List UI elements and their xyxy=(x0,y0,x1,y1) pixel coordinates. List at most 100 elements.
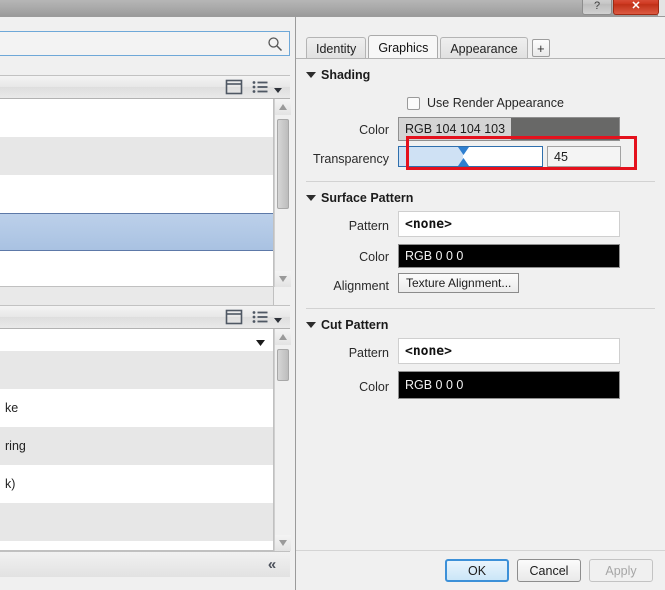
list-item[interactable] xyxy=(0,351,273,389)
shading-color-swatch[interactable]: RGB 104 104 103 xyxy=(398,117,620,141)
list-item[interactable] xyxy=(0,175,273,213)
cut-pattern-color-fill xyxy=(469,372,619,398)
expand-triangle-icon[interactable] xyxy=(306,195,316,201)
cut-pattern-control[interactable]: <none> xyxy=(398,338,665,368)
texture-alignment-button[interactable]: Texture Alignment... xyxy=(398,273,520,293)
surface-pattern-control[interactable]: <none> xyxy=(398,211,665,241)
list-item-selected[interactable] xyxy=(0,213,273,251)
panel-layout-icon[interactable] xyxy=(225,308,243,326)
surface-pattern-color-label: Color xyxy=(359,250,389,264)
surface-pattern-row: Pattern <none> xyxy=(296,211,665,241)
use-render-appearance-checkbox[interactable] xyxy=(407,96,420,110)
ok-button[interactable]: OK xyxy=(445,559,509,582)
collapse-panel-icon[interactable]: « xyxy=(260,555,282,575)
material-browser-panel: ke ring k) « xyxy=(0,16,296,590)
shading-color-label: Color xyxy=(359,123,389,137)
transparency-slider-fill xyxy=(399,147,464,166)
list-header-row[interactable] xyxy=(0,329,273,351)
search-box[interactable] xyxy=(0,31,290,56)
transparency-label: Transparency xyxy=(313,152,389,166)
dialog-button-bar: OK Cancel Apply xyxy=(296,550,665,590)
list-item[interactable]: ring xyxy=(0,427,273,465)
scroll-down-icon[interactable] xyxy=(275,535,291,551)
material-list-bottom[interactable]: ke ring k) xyxy=(0,329,274,551)
surface-pattern-value[interactable]: <none> xyxy=(398,211,620,237)
scroll-thumb[interactable] xyxy=(277,349,289,381)
cut-pattern-color-value: RGB 0 0 0 xyxy=(399,372,470,398)
search-icon xyxy=(267,36,283,52)
section-shading-header[interactable]: Shading xyxy=(296,65,665,85)
browser-toolbar-top xyxy=(0,75,290,99)
transparency-value-input[interactable]: 45 xyxy=(547,146,621,167)
scroll-down-icon[interactable] xyxy=(275,271,291,287)
use-render-appearance-row[interactable]: Use Render Appearance xyxy=(296,92,665,114)
chevron-down-icon[interactable] xyxy=(256,336,265,346)
material-editor-dialog: ? ✕ ke ring k) « Identity Graphics Appea… xyxy=(0,0,665,590)
list-view-icon[interactable] xyxy=(251,308,269,326)
list-item[interactable] xyxy=(0,503,273,541)
list-item[interactable] xyxy=(0,137,273,175)
cancel-button[interactable]: Cancel xyxy=(517,559,581,582)
shading-color-fill xyxy=(511,118,619,140)
cut-pattern-value[interactable]: <none> xyxy=(398,338,620,364)
transparency-slider-wrap: 45 xyxy=(398,146,665,167)
list-item[interactable]: k) xyxy=(0,465,273,503)
scroll-up-icon[interactable] xyxy=(275,329,291,345)
section-divider xyxy=(306,181,655,182)
tab-appearance[interactable]: Appearance xyxy=(440,37,528,59)
cut-pattern-color-control[interactable]: RGB 0 0 0 xyxy=(398,371,665,403)
surface-alignment-label: Alignment xyxy=(333,279,389,293)
list-view-icon[interactable] xyxy=(251,78,269,96)
transparency-row: Transparency 45 xyxy=(296,146,665,172)
cut-pattern-row: Pattern <none> xyxy=(296,338,665,368)
transparency-control[interactable]: 45 xyxy=(398,146,665,172)
transparency-slider[interactable] xyxy=(398,146,543,167)
chevron-down-icon[interactable] xyxy=(274,313,282,323)
surface-pattern-color-fill xyxy=(469,245,619,267)
surface-pattern-color-row: Color RGB 0 0 0 xyxy=(296,244,665,270)
surface-pattern-color-control[interactable]: RGB 0 0 0 xyxy=(398,244,665,270)
panel-layout-icon[interactable] xyxy=(225,78,243,96)
list-item[interactable] xyxy=(0,99,273,137)
window-controls: ? ✕ xyxy=(582,0,659,16)
list-item[interactable]: ke xyxy=(0,389,273,427)
scroll-up-icon[interactable] xyxy=(275,99,291,115)
search-input[interactable] xyxy=(5,35,267,52)
apply-button: Apply xyxy=(589,559,653,582)
tab-graphics[interactable]: Graphics xyxy=(368,35,439,59)
section-divider xyxy=(306,308,655,309)
transparency-slider-thumb[interactable] xyxy=(457,147,470,166)
list-item[interactable] xyxy=(0,251,273,286)
section-surface-pattern-header[interactable]: Surface Pattern xyxy=(296,188,665,208)
material-list-top[interactable] xyxy=(0,99,274,287)
expand-triangle-icon[interactable] xyxy=(306,72,316,78)
surface-alignment-control: Texture Alignment... xyxy=(398,273,665,299)
expand-triangle-icon[interactable] xyxy=(306,322,316,328)
section-cut-pattern-title: Cut Pattern xyxy=(321,318,389,332)
section-cut-pattern-header[interactable]: Cut Pattern xyxy=(296,315,665,335)
close-button[interactable]: ✕ xyxy=(613,0,659,15)
chevron-down-icon[interactable] xyxy=(274,83,282,93)
outer-scrollbar-sliver[interactable] xyxy=(658,0,665,16)
surface-pattern-color-value: RGB 0 0 0 xyxy=(399,245,470,267)
list-separator xyxy=(0,287,274,305)
list-top-scrollbar[interactable] xyxy=(274,99,291,287)
search-row xyxy=(0,31,290,56)
section-surface-pattern-title: Surface Pattern xyxy=(321,191,414,205)
cut-pattern-color-swatch[interactable]: RGB 0 0 0 xyxy=(398,371,620,399)
cut-pattern-label: Pattern xyxy=(348,346,389,360)
help-button[interactable]: ? xyxy=(582,0,612,15)
surface-pattern-color-swatch[interactable]: RGB 0 0 0 xyxy=(398,244,620,268)
browser-footer: « xyxy=(0,551,290,577)
surface-alignment-row: Alignment Texture Alignment... xyxy=(296,273,665,299)
add-tab-button[interactable]: + xyxy=(531,39,550,57)
scroll-thumb[interactable] xyxy=(277,119,289,209)
browser-toolbar-mid xyxy=(0,305,290,329)
surface-pattern-label: Pattern xyxy=(348,219,389,233)
tab-identity[interactable]: Identity xyxy=(306,37,367,59)
tab-strip: Identity Graphics Appearance + xyxy=(296,35,665,59)
asset-editor-panel: Identity Graphics Appearance + Shading U… xyxy=(296,16,665,590)
use-render-appearance-label: Use Render Appearance xyxy=(427,96,564,110)
list-bottom-scrollbar[interactable] xyxy=(274,329,291,551)
shading-color-control[interactable]: RGB 104 104 103 xyxy=(398,117,665,143)
